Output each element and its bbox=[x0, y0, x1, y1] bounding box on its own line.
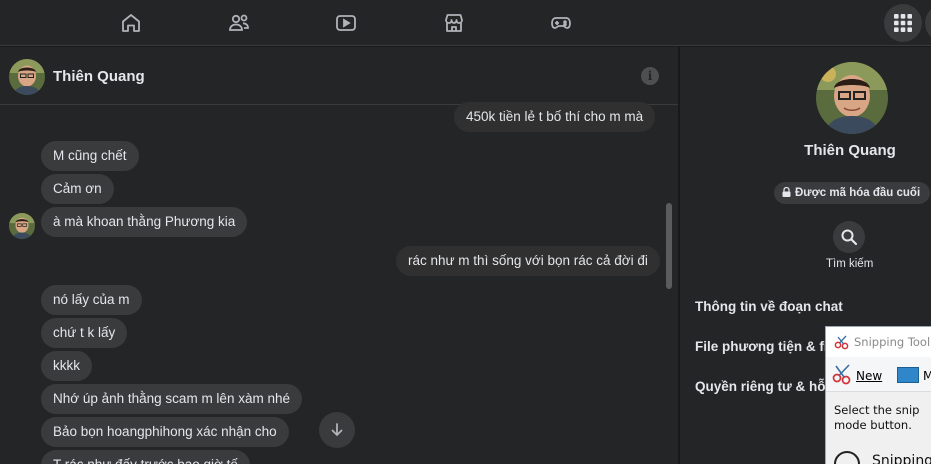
encryption-badge-label: Được mã hóa đầu cuối bbox=[795, 187, 921, 199]
message-bubble-received[interactable]: nó lấy của m bbox=[41, 285, 142, 315]
marketplace-icon[interactable] bbox=[442, 11, 466, 35]
section-media-files[interactable]: File phương tiện & file bbox=[695, 339, 839, 354]
message-bubble-received[interactable]: à mà khoan thằng Phương kia bbox=[41, 207, 248, 237]
lock-icon bbox=[782, 187, 791, 197]
message-bubble-received[interactable]: kkkk bbox=[41, 351, 92, 381]
message-bubble-received[interactable]: T rác như đấy trước bao giờ tế bbox=[41, 450, 250, 464]
section-chat-info[interactable]: Thông tin về đoạn chat bbox=[695, 299, 843, 314]
snipping-tool-window: Snipping Tool New M Select the snip mode… bbox=[825, 326, 931, 464]
watch-video-icon[interactable] bbox=[334, 11, 358, 35]
snipping-tool-titlebar[interactable]: Snipping Tool bbox=[826, 327, 931, 357]
chat-contact-name[interactable]: Thiên Quang bbox=[53, 68, 145, 85]
message-bubble-received[interactable]: M cũng chết bbox=[41, 141, 139, 171]
avatar[interactable] bbox=[9, 59, 45, 95]
mode-icon[interactable] bbox=[897, 367, 919, 383]
scrollbar-thumb[interactable] bbox=[666, 203, 672, 289]
snipping-tool-title: Snipping Tool bbox=[854, 335, 931, 349]
profile-name: Thiên Quang bbox=[804, 142, 896, 159]
menu-grid-button[interactable] bbox=[884, 4, 922, 42]
message-bubble-sent[interactable]: rác như m thì sống với bọn rác cả đời đi bbox=[396, 246, 660, 276]
search-button[interactable] bbox=[833, 221, 865, 253]
encryption-badge[interactable]: Được mã hóa đầu cuối bbox=[774, 182, 931, 204]
message-bubble-sent[interactable]: 450k tiền lẻ t bố thí cho m mà bbox=[454, 102, 656, 132]
avatar[interactable] bbox=[816, 62, 888, 134]
home-icon[interactable] bbox=[119, 11, 143, 35]
arrow-down-icon bbox=[331, 423, 343, 436]
info-icon[interactable]: i bbox=[641, 67, 659, 85]
gaming-icon[interactable] bbox=[549, 11, 573, 35]
grid-icon bbox=[894, 14, 912, 32]
chat-header: Thiên Quang i bbox=[0, 47, 678, 105]
snipping-tool-footer-label: Snipping bbox=[872, 453, 931, 464]
search-label: Tìm kiếm bbox=[826, 258, 874, 270]
scroll-to-bottom-button[interactable] bbox=[319, 412, 355, 448]
mode-button[interactable]: M bbox=[923, 369, 931, 383]
message-bubble-received[interactable]: chứ t k lấy bbox=[41, 318, 128, 348]
scissors-icon bbox=[834, 335, 849, 350]
new-snip-button[interactable]: New bbox=[856, 369, 882, 383]
snipping-tool-instructions: Select the snip mode button. bbox=[834, 403, 920, 432]
friends-icon[interactable] bbox=[227, 11, 251, 35]
message-bubble-received[interactable]: Nhớ úp ảnh thằng scam m lên xàm nhé bbox=[41, 384, 302, 414]
chat-pane: Thiên Quang i 450k tiền lẻ t bố thí cho … bbox=[0, 47, 678, 464]
avatar[interactable] bbox=[9, 213, 35, 239]
snipping-tool-toolbar: New M bbox=[826, 357, 931, 392]
snipping-tool-logo-icon bbox=[834, 451, 860, 464]
message-bubble-received[interactable]: Cảm ơn bbox=[41, 174, 114, 204]
top-nav-bar bbox=[0, 0, 931, 46]
message-bubble-received[interactable]: Bảo bọn hoangphihong xác nhận cho bbox=[41, 417, 289, 447]
search-icon bbox=[841, 229, 858, 246]
new-snip-icon[interactable] bbox=[831, 362, 853, 386]
messenger-button[interactable] bbox=[925, 4, 931, 42]
